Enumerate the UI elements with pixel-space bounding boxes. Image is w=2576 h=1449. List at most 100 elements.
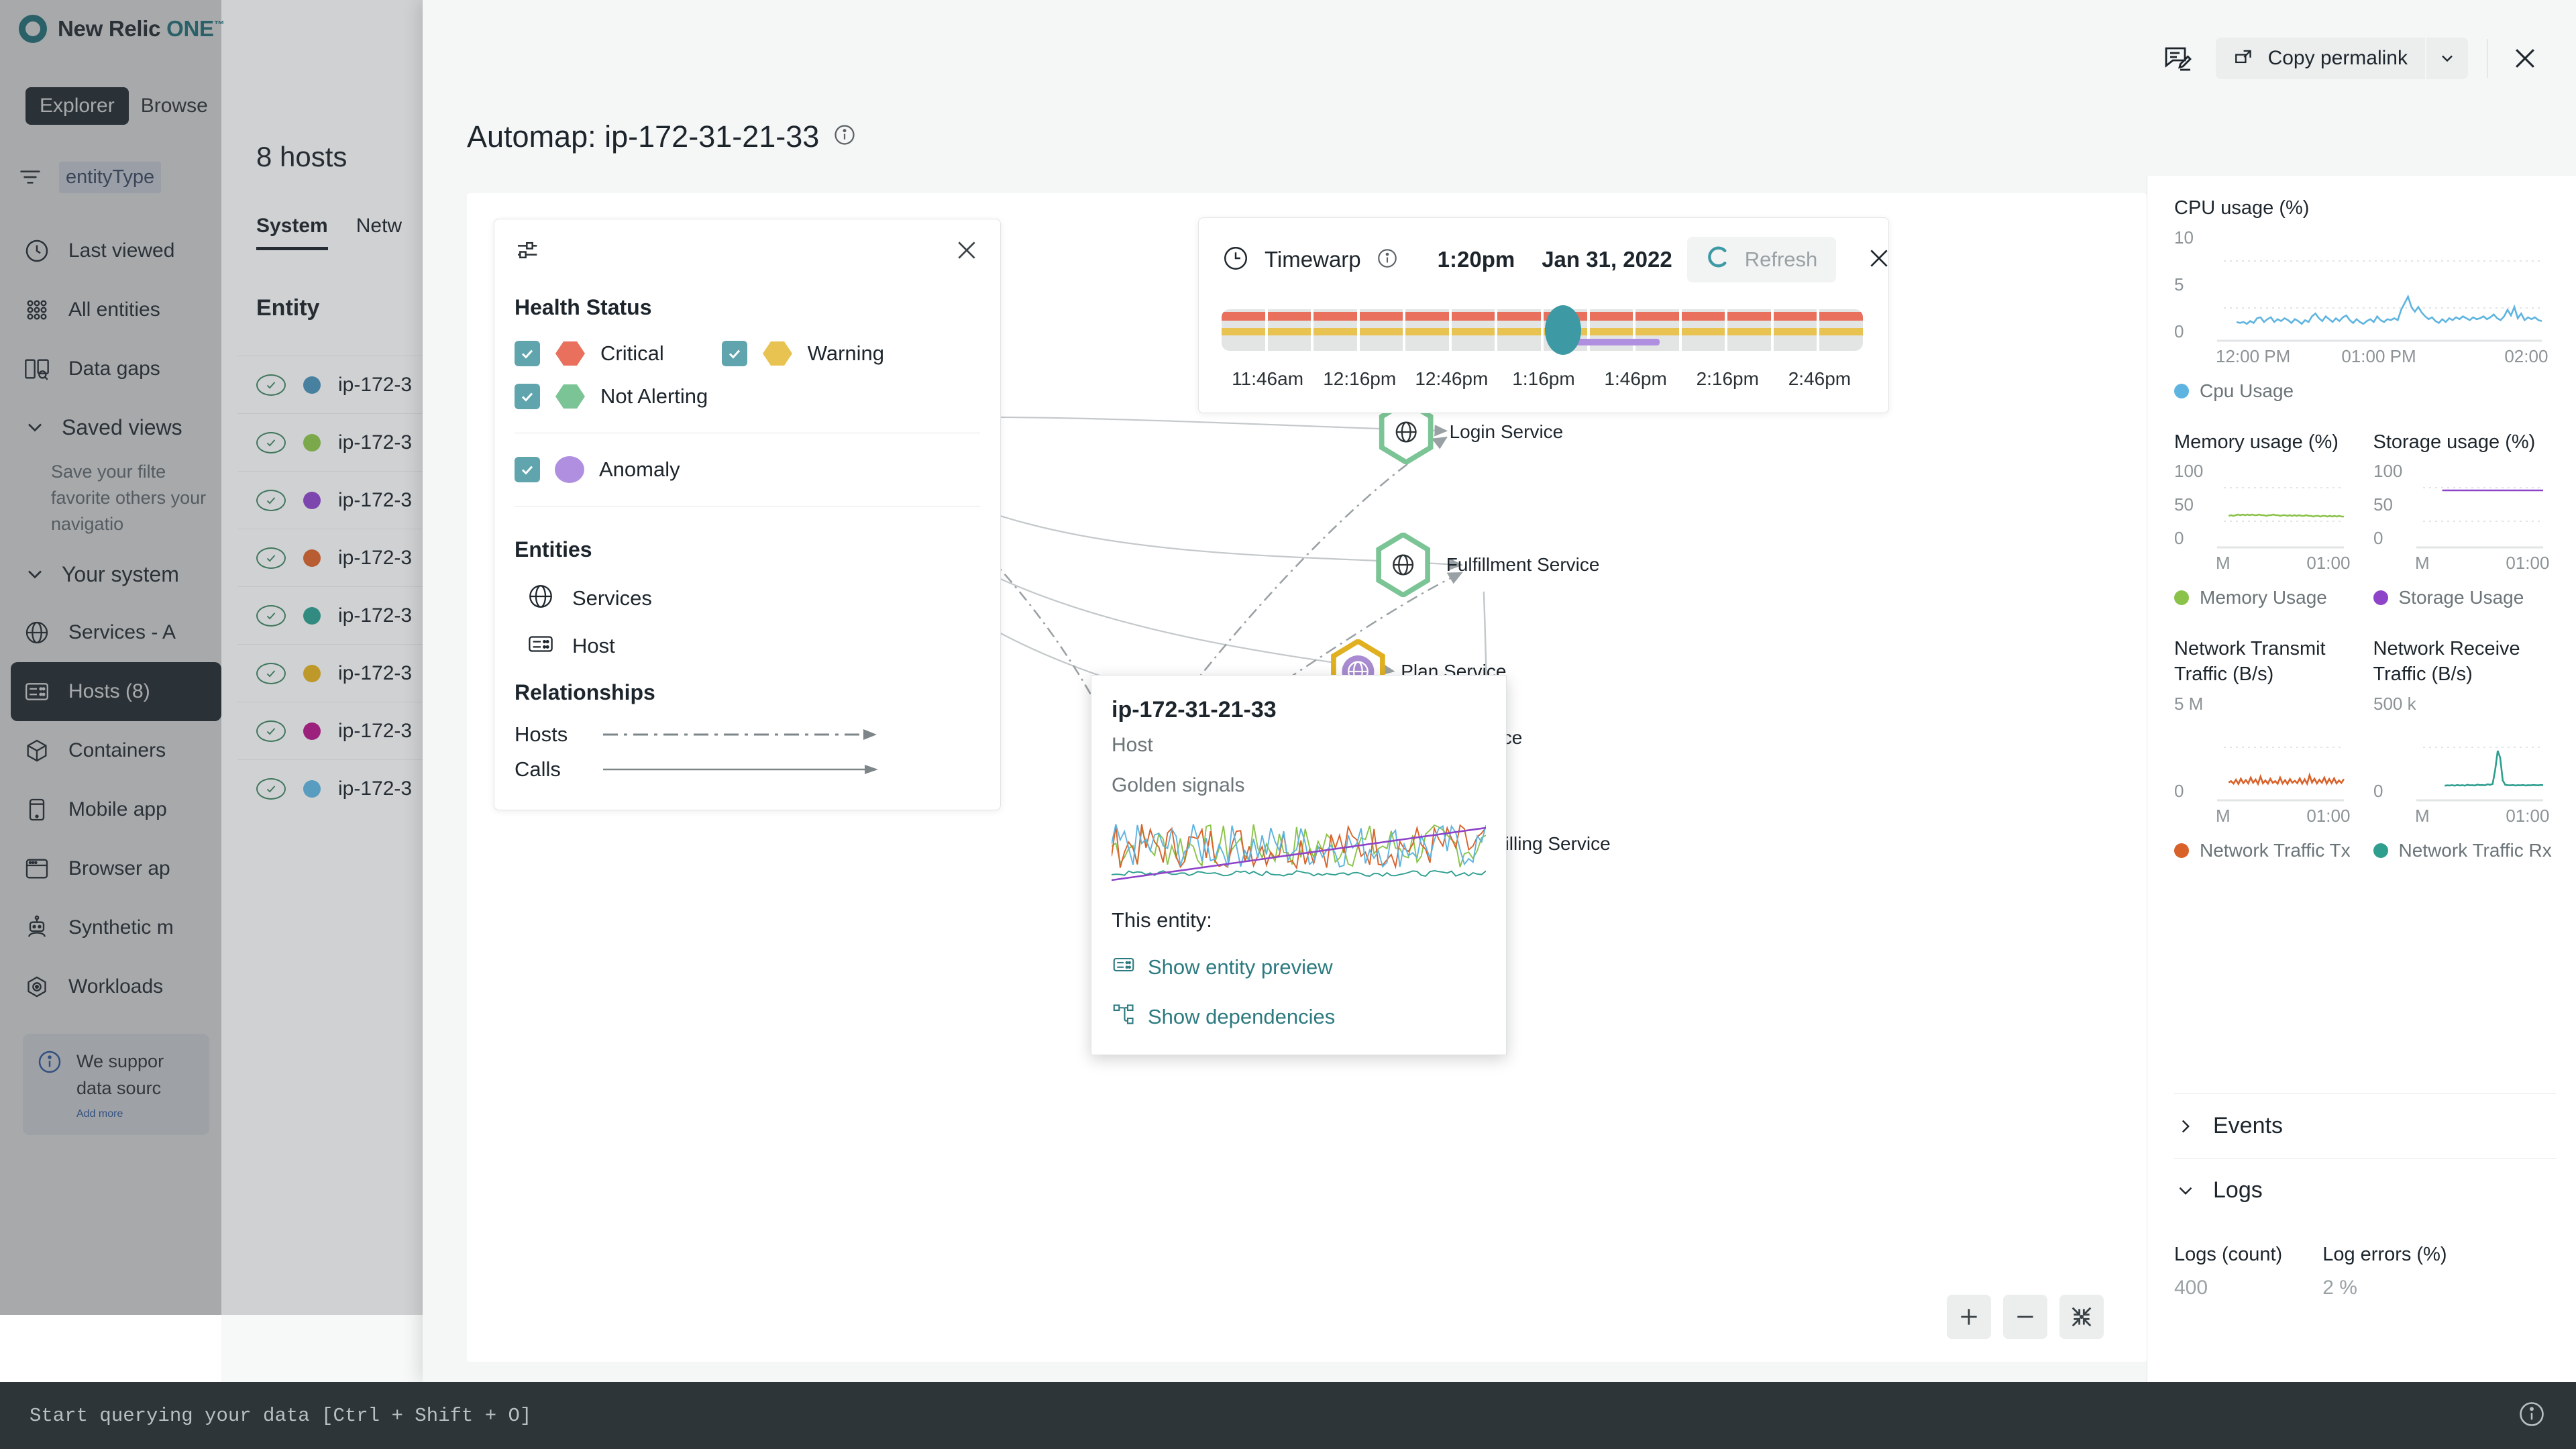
- section-events[interactable]: Events: [2174, 1093, 2556, 1158]
- query-input[interactable]: Start querying your data [Ctrl + Shift +…: [30, 1405, 531, 1427]
- chart-cell: Network Receive Traffic (B/s) 0 500 k M 01:0…: [2373, 637, 2576, 861]
- show-dependencies-link[interactable]: Show dependencies: [1112, 1002, 1486, 1032]
- map-node-fulfillment-service[interactable]: Fulfillment Service: [1371, 533, 1600, 598]
- info-icon[interactable]: [833, 119, 857, 154]
- zoom-out-button[interactable]: [2003, 1295, 2047, 1339]
- legend-entity-label: Services: [572, 586, 652, 610]
- legend-item-warning[interactable]: Warning: [721, 332, 884, 375]
- check-icon: [521, 350, 533, 359]
- info-icon[interactable]: [2517, 1399, 2546, 1432]
- permalink-dropdown-button[interactable]: [2426, 38, 2468, 79]
- show-entity-preview-link[interactable]: Show entity preview: [1112, 953, 1486, 982]
- not-alerting-checkbox[interactable]: [515, 384, 540, 409]
- timewarp-segment[interactable]: [1727, 309, 1771, 351]
- y-tick-label: 0: [2373, 528, 2383, 548]
- zoom-controls: [1947, 1295, 2104, 1339]
- chart-plot: 0 5 10 12:00 PM 01:00 PM 02:00 PM: [2174, 227, 2576, 366]
- legend-label: Network Traffic Tx: [2200, 839, 2351, 861]
- legend-label: Memory Usage: [2200, 587, 2327, 608]
- section-label: Events: [2213, 1113, 2283, 1138]
- timewarp-segment[interactable]: [1267, 309, 1311, 351]
- chart-legend: Memory Usage: [2174, 587, 2357, 608]
- zoom-fit-button[interactable]: [2059, 1295, 2104, 1339]
- chart-row: Network Transmit Traffic (B/s) 0 5 M M 01:00…: [2174, 637, 2576, 861]
- copy-permalink-button[interactable]: Copy permalink: [2215, 38, 2425, 79]
- globe-icon: [1393, 554, 1414, 576]
- copy-permalink-label: Copy permalink: [2267, 47, 2408, 69]
- chart-legend: Network Traffic Tx: [2174, 840, 2357, 861]
- legend-label: Critical: [600, 341, 664, 365]
- chart-cell: Memory usage (%) 0 50 100 M 01:00 PM Memory Us…: [2174, 430, 2381, 609]
- y-tick-label: 0: [2174, 321, 2184, 341]
- timewarp-track[interactable]: [1222, 305, 1866, 355]
- legend-item-not-alerting[interactable]: Not Alerting: [515, 375, 708, 418]
- chart-legend: Cpu Usage: [2174, 380, 2556, 402]
- legend-label: Cpu Usage: [2200, 380, 2294, 401]
- timewarp-segment[interactable]: [1313, 309, 1357, 351]
- host-icon: [527, 630, 555, 661]
- timewarp-time: 1:20pm: [1437, 247, 1515, 272]
- timewarp-anomaly-band: [1576, 339, 1660, 345]
- critical-checkbox[interactable]: [515, 341, 540, 366]
- y-tick-label: 50: [2373, 494, 2393, 515]
- legend-color-dot: [2373, 843, 2388, 858]
- timewarp-segment[interactable]: [1497, 309, 1541, 351]
- automap-canvas[interactable]: WebPortalLogin ServiceFulfillment Servic…: [467, 193, 2147, 1362]
- stat-title: Log errors (%): [2322, 1244, 2447, 1265]
- warning-checkbox[interactable]: [721, 341, 747, 366]
- stat-value: 400: [2174, 1277, 2208, 1299]
- sliders-icon[interactable]: [515, 237, 541, 267]
- y-tick-label: 0: [2174, 528, 2184, 548]
- timewarp-handle[interactable]: [1544, 305, 1581, 355]
- timewarp-tick-label: 2:16pm: [1696, 368, 1759, 389]
- chart-plot: 0 50 100 M 01:00 PM: [2174, 461, 2381, 573]
- timewarp-tick-label: 1:46pm: [1604, 368, 1667, 389]
- legend-entity-host[interactable]: Host: [494, 622, 1000, 669]
- timewarp-segment[interactable]: [1222, 309, 1265, 351]
- y-tick-label: 10: [2174, 227, 2194, 248]
- timewarp-segment[interactable]: [1359, 309, 1403, 351]
- health-status-title: Health Status: [515, 295, 652, 319]
- minus-icon: [2017, 1316, 2033, 1318]
- refresh-button[interactable]: Refresh: [1686, 237, 1837, 282]
- x-tick-label: M: [2216, 553, 2231, 573]
- legend-item-anomaly[interactable]: Anomaly: [515, 448, 680, 491]
- timewarp-segment[interactable]: [1451, 309, 1495, 351]
- legend-label: Storage Usage: [2398, 587, 2524, 608]
- legend-entity-label: Host: [572, 633, 615, 657]
- zoom-in-button[interactable]: [1947, 1295, 1991, 1339]
- anomaly-checkbox[interactable]: [515, 457, 540, 482]
- info-icon[interactable]: [1376, 247, 1399, 273]
- timewarp-date: Jan 31, 2022: [1542, 247, 1672, 272]
- close-timewarp-button[interactable]: [1866, 245, 1892, 275]
- automap-title-text: Automap: ip-172-31-21-33: [467, 119, 820, 154]
- close-modal-button[interactable]: [2506, 40, 2544, 77]
- node-label: Fulfillment Service: [1446, 554, 1600, 576]
- timewarp-segment[interactable]: [1405, 309, 1449, 351]
- anomaly-ellipse-icon: [555, 456, 584, 483]
- external-link-icon: [2233, 44, 2256, 72]
- legend-entity-services[interactable]: Services: [494, 574, 1000, 622]
- section-logs[interactable]: Logs: [2174, 1158, 2556, 1222]
- stat-title: Logs (count): [2174, 1244, 2283, 1265]
- x-tick-label: M: [2415, 553, 2430, 573]
- timewarp-segment[interactable]: [1819, 309, 1863, 351]
- x-tick-label: 12:00 PM: [2216, 346, 2290, 366]
- chart-series-line: [2228, 514, 2344, 518]
- legend-item-critical[interactable]: Critical: [515, 332, 664, 375]
- x-tick-label: 01:00 PM: [2341, 346, 2416, 366]
- x-tick-label: 01:00 PM: [2306, 806, 2352, 826]
- close-legend-button[interactable]: [953, 237, 980, 267]
- x-tick-label: M: [2415, 806, 2430, 826]
- x-tick-label: 01:00 PM: [2306, 553, 2352, 573]
- y-tick-label: 100: [2373, 461, 2402, 481]
- chart-title: Network Receive Traffic (B/s): [2373, 638, 2520, 686]
- host-icon: [1112, 953, 1136, 982]
- timewarp-segment[interactable]: [1681, 309, 1725, 351]
- timewarp-segment[interactable]: [1773, 309, 1817, 351]
- collapse-icon: [2072, 1307, 2092, 1327]
- chart-network-transmit-traffic-b-s: Network Transmit Traffic (B/s) 0 5 M M 01:00…: [2174, 637, 2381, 861]
- y-tick-label: 100: [2174, 461, 2203, 481]
- query-bar[interactable]: Start querying your data [Ctrl + Shift +…: [0, 1382, 2576, 1449]
- comment-edit-icon[interactable]: [2159, 40, 2197, 77]
